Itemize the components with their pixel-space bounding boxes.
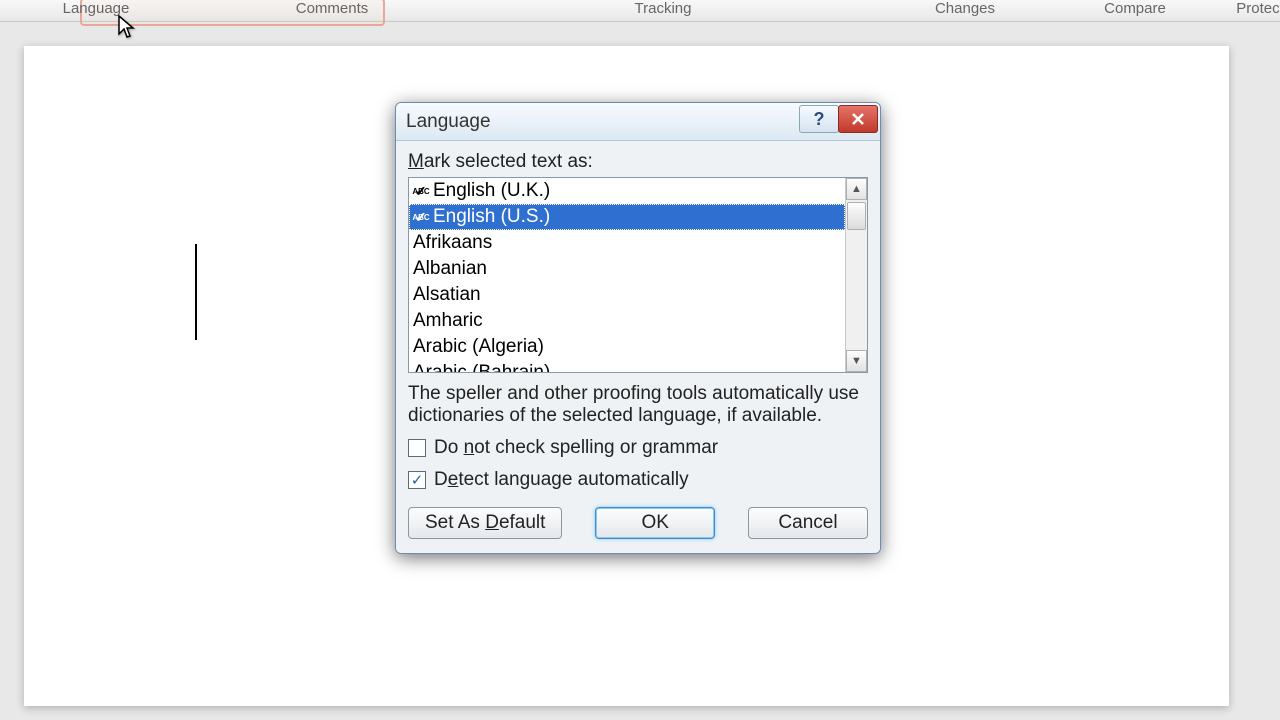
dialog-title: Language [396, 111, 491, 133]
detect-auto-checkbox[interactable]: ✓ [408, 471, 426, 489]
language-dialog: Language ? Mark selected text as: Englis… [395, 102, 881, 554]
language-item[interactable]: English (U.S.) [409, 204, 845, 230]
ribbon-group-tracking[interactable]: Tracking [598, 0, 728, 17]
ribbon-group-compare[interactable]: Compare [1070, 0, 1200, 17]
detect-auto-row[interactable]: ✓ Detect language automatically [408, 469, 868, 491]
scroll-down-button[interactable]: ▼ [846, 350, 867, 372]
do-not-check-label: Do not check spelling or grammar [434, 437, 718, 459]
language-name: Afrikaans [413, 231, 492, 255]
mark-text-label: Mark selected text as: [408, 151, 868, 173]
language-name: English (U.K.) [433, 179, 550, 203]
info-text: The speller and other proofing tools aut… [408, 383, 868, 427]
language-item[interactable]: Albanian [409, 256, 845, 282]
scrollbar[interactable]: ▲ ▼ [845, 178, 867, 372]
ribbon-group-changes[interactable]: Changes [900, 0, 1030, 17]
scroll-track[interactable] [846, 200, 867, 350]
do-not-check-checkbox[interactable] [408, 439, 426, 457]
spellcheck-icon [411, 208, 431, 226]
language-item[interactable]: Arabic (Bahrain) [409, 360, 845, 372]
cancel-button[interactable]: Cancel [748, 507, 868, 539]
language-item[interactable]: Arabic (Algeria) [409, 334, 845, 360]
language-listbox[interactable]: English (U.K.)English (U.S.)AfrikaansAlb… [408, 177, 868, 373]
close-button[interactable] [838, 105, 878, 133]
dialog-titlebar[interactable]: Language ? [396, 103, 880, 141]
ribbon: Language Comments Tracking Changes Compare Pr… [0, 0, 1280, 22]
language-item[interactable]: Alsatian [409, 282, 845, 308]
language-item[interactable]: Afrikaans [409, 230, 845, 256]
language-name: Alsatian [413, 283, 481, 307]
close-icon [851, 112, 865, 126]
detect-auto-label: Detect language automatically [434, 469, 689, 491]
language-name: Albanian [413, 257, 487, 281]
scroll-thumb[interactable] [847, 202, 866, 230]
language-name: Arabic (Bahrain) [413, 361, 550, 372]
ribbon-group-language[interactable]: Language [36, 0, 156, 17]
scroll-up-button[interactable]: ▲ [846, 178, 867, 200]
language-item[interactable]: English (U.K.) [409, 178, 845, 204]
language-name: Amharic [413, 309, 483, 333]
set-default-button[interactable]: Set As Default [408, 507, 562, 539]
ribbon-group-protect[interactable]: Protect [1220, 0, 1280, 17]
mouse-cursor-icon [117, 14, 137, 40]
text-caret [195, 244, 197, 340]
do-not-check-row[interactable]: Do not check spelling or grammar [408, 437, 868, 459]
language-name: Arabic (Algeria) [413, 335, 544, 359]
spellcheck-icon [411, 182, 431, 200]
help-button[interactable]: ? [799, 105, 839, 133]
language-item[interactable]: Amharic [409, 308, 845, 334]
language-name: English (U.S.) [433, 205, 550, 229]
ok-button[interactable]: OK [595, 507, 715, 539]
ribbon-group-comments[interactable]: Comments [262, 0, 402, 17]
